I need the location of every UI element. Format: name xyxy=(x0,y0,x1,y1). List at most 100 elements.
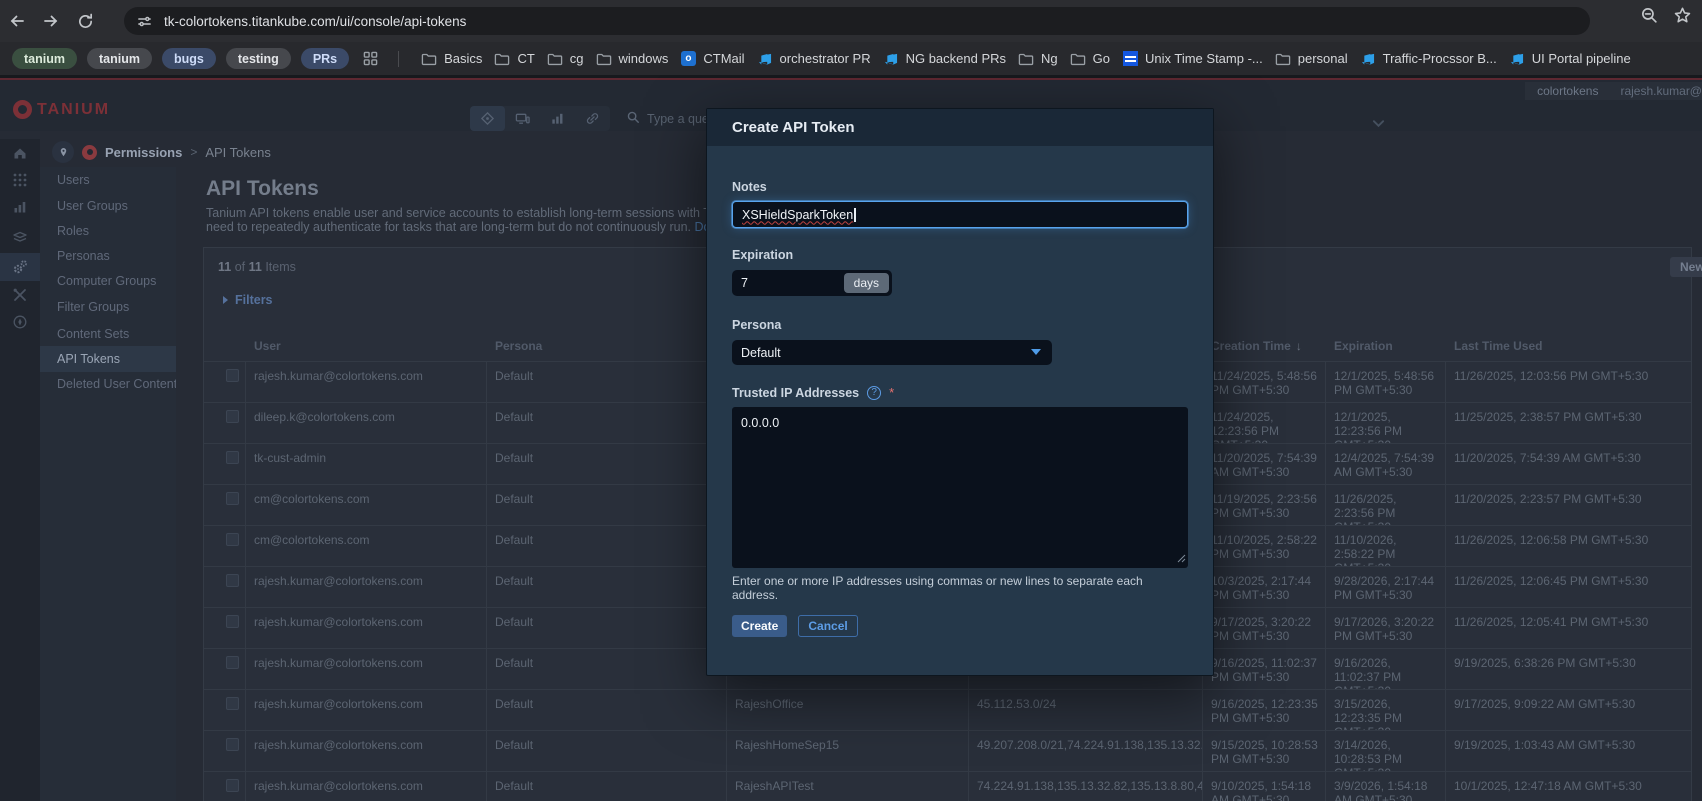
pin-icon[interactable] xyxy=(52,141,74,163)
bookmark-ct[interactable]: CT xyxy=(494,51,535,67)
cell-created: 11/19/2025, 2:23:56 PM GMT+5:30 xyxy=(1203,485,1326,525)
table-row[interactable]: rajesh.kumar@colortokens.com Default Rajes… xyxy=(204,730,1691,771)
bookmark-cg[interactable]: cg xyxy=(547,51,584,67)
bookmark-label: CTMail xyxy=(703,51,745,66)
sidebar-item-personas[interactable]: Personas xyxy=(40,243,176,269)
row-checkbox[interactable] xyxy=(226,697,239,710)
sidebar-item-users[interactable]: Users xyxy=(40,167,176,193)
row-checkbox[interactable] xyxy=(226,779,239,792)
cell-created: 11/20/2025, 7:54:39 AM GMT+5:30 xyxy=(1203,444,1326,484)
notes-value: XSHieldSparkToken xyxy=(742,207,854,222)
row-checkbox[interactable] xyxy=(226,492,239,505)
bookmark-personal[interactable]: personal xyxy=(1275,51,1348,67)
row-checkbox[interactable] xyxy=(226,451,239,464)
sidebar-item-computer-groups[interactable]: Computer Groups xyxy=(40,268,176,294)
row-checkbox[interactable] xyxy=(226,369,239,382)
cell-expires: 9/17/2026, 3:20:22 PM GMT+5:30 xyxy=(1326,608,1446,648)
table-row[interactable]: rajesh.kumar@colortokens.com Default Rajes… xyxy=(204,771,1691,801)
bookmark-unix-time-stamp[interactable]: Unix Time Stamp -... xyxy=(1122,51,1263,67)
help-icon[interactable]: ? xyxy=(867,385,882,400)
tab-group-tanium[interactable]: tanium xyxy=(12,48,77,69)
url-bar[interactable]: tk-colortokens.titankube.com/ui/console/… xyxy=(124,7,1590,35)
bookmark-basics[interactable]: Basics xyxy=(421,51,482,67)
cell-user: rajesh.kumar@colortokens.com xyxy=(246,772,487,801)
reports-button[interactable] xyxy=(540,106,575,131)
apps-grid-icon[interactable] xyxy=(363,51,378,66)
sidebar-item-roles[interactable]: Roles xyxy=(40,218,176,244)
bookmark-windows[interactable]: windows xyxy=(596,51,668,67)
endpoints-button[interactable] xyxy=(505,106,540,131)
trusted-ip-label-row: Trusted IP Addresses ? * xyxy=(732,385,894,400)
bookmark-go[interactable]: Go xyxy=(1070,51,1110,67)
column-header-user[interactable]: User xyxy=(246,339,487,361)
administration-gears-icon[interactable] xyxy=(12,259,28,280)
folder-icon xyxy=(1070,51,1086,67)
back-icon[interactable] xyxy=(0,6,34,36)
bookmark-star-icon[interactable] xyxy=(1673,6,1692,30)
row-checkbox[interactable] xyxy=(226,656,239,669)
cell-last_used: 11/25/2025, 2:38:57 PM GMT+5:30 xyxy=(1454,410,1642,424)
tab-group-testing[interactable]: testing xyxy=(225,48,291,69)
modules-grid-icon[interactable] xyxy=(12,172,28,193)
zoom-out-icon[interactable] xyxy=(1640,6,1659,30)
user-info[interactable]: colortokens rajesh.kumar@ xyxy=(1525,82,1702,100)
bookmark-traffic-procssor-b[interactable]: Traffic-Procssor B... xyxy=(1360,51,1497,67)
reload-icon[interactable] xyxy=(68,6,102,36)
breadcrumb-module[interactable]: Permissions xyxy=(105,145,182,160)
cell-expires: 12/4/2025, 7:54:39 AM GMT+5:30 xyxy=(1326,444,1446,484)
explore-compass-icon[interactable] xyxy=(12,314,28,335)
column-header-expiration[interactable]: Expiration xyxy=(1326,339,1446,361)
connections-button[interactable] xyxy=(575,106,610,131)
sidebar-item-filter-groups[interactable]: Filter Groups xyxy=(40,294,176,320)
column-header-creation-time[interactable]: Creation Time ↓ xyxy=(1203,339,1326,361)
sidebar-item-content-sets[interactable]: Content Sets xyxy=(40,321,176,347)
tanium-logo[interactable]: TANIUM xyxy=(13,100,110,119)
expiration-input[interactable]: 7 days xyxy=(732,270,892,296)
content-layers-icon[interactable] xyxy=(12,229,28,250)
row-checkbox[interactable] xyxy=(226,533,239,546)
tools-icon[interactable] xyxy=(12,287,28,308)
bookmark-ng[interactable]: Ng xyxy=(1018,51,1058,67)
cell-notes: RajeshOffice xyxy=(727,690,969,730)
persona-select[interactable]: Default xyxy=(732,340,1052,365)
sidebar-item-api-tokens[interactable]: API Tokens xyxy=(40,346,176,372)
sidebar-item-deleted-user-content[interactable]: Deleted User Content xyxy=(40,371,176,397)
modal-title: Create API Token xyxy=(732,119,855,136)
cancel-button[interactable]: Cancel xyxy=(798,615,858,637)
notes-input[interactable]: XSHieldSparkToken xyxy=(732,201,1188,228)
modules-button[interactable] xyxy=(470,106,505,131)
cell-user: rajesh.kumar@colortokens.com xyxy=(246,362,487,402)
expiration-unit[interactable]: days xyxy=(843,273,889,293)
bookmark-ui-portal-pipeline[interactable]: UI Portal pipeline xyxy=(1509,51,1631,67)
row-checkbox[interactable] xyxy=(226,738,239,751)
reports-chart-icon[interactable] xyxy=(12,199,28,220)
bookmark-ctmail[interactable]: o CTMail xyxy=(680,51,745,67)
global-search[interactable]: Type a que xyxy=(626,110,709,127)
expiration-label: Expiration xyxy=(732,248,794,262)
site-info-icon[interactable] xyxy=(137,14,152,29)
cell-expires: 12/1/2025, 5:48:56 PM GMT+5:30 xyxy=(1326,362,1446,402)
row-checkbox[interactable] xyxy=(226,574,239,587)
tab-group-tanium[interactable]: tanium xyxy=(86,48,152,69)
new-token-button[interactable]: New xyxy=(1670,257,1702,277)
sidebar-item-user-groups[interactable]: User Groups xyxy=(40,193,176,219)
create-button[interactable]: Create xyxy=(732,615,788,637)
trusted-ip-textarea[interactable]: 0.0.0.0 xyxy=(732,407,1188,568)
chevron-down-icon[interactable] xyxy=(1372,115,1385,133)
cell-last_used: 11/26/2025, 12:05:41 PM GMT+5:30 xyxy=(1454,615,1649,629)
tab-group-prs[interactable]: PRs xyxy=(300,48,350,69)
bookmark-ng-backend-prs[interactable]: NG backend PRs xyxy=(883,51,1006,67)
table-row[interactable]: rajesh.kumar@colortokens.com Default Rajes… xyxy=(204,689,1691,730)
home-icon[interactable] xyxy=(12,145,28,166)
tanium-logo-text: TANIUM xyxy=(37,100,111,118)
resize-handle-icon[interactable] xyxy=(1177,552,1186,566)
column-header-persona[interactable]: Persona xyxy=(487,339,727,361)
column-header-last-time-used[interactable]: Last Time Used xyxy=(1446,339,1691,361)
tab-group-bugs[interactable]: bugs xyxy=(161,48,216,69)
forward-icon[interactable] xyxy=(34,6,68,36)
row-checkbox[interactable] xyxy=(226,410,239,423)
folder-icon xyxy=(1018,51,1034,67)
bookmarks-bar: tanium tanium bugs testing PRs Basics CT cg win… xyxy=(0,42,1702,75)
row-checkbox[interactable] xyxy=(226,615,239,628)
bookmark-orchestrator-pr[interactable]: orchestrator PR xyxy=(757,51,871,67)
